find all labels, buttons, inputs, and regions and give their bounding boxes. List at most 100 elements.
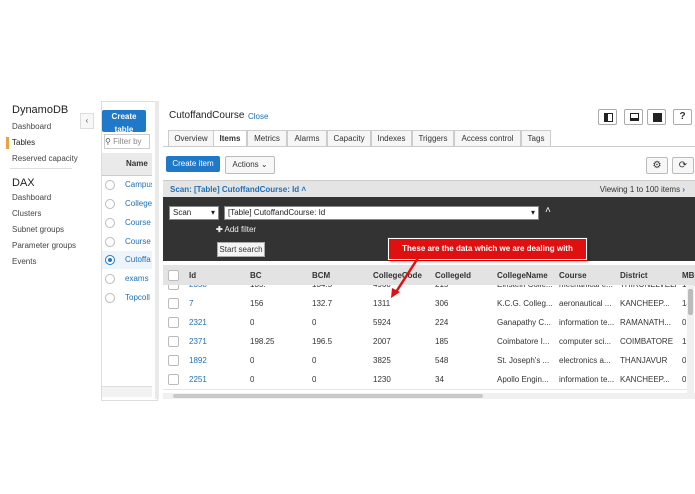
column-header[interactable]: BCM <box>312 271 330 280</box>
radio-button[interactable] <box>105 199 115 209</box>
table-cell: 0 <box>250 375 255 384</box>
table-list-item-selected[interactable]: Cutoffa <box>102 251 152 269</box>
row-checkbox[interactable] <box>168 355 179 366</box>
scan-title-text: Scan: [Table] CutoffandCourse: Id <box>170 185 300 194</box>
table-row[interactable]: 2321 0 0 5924 224 Ganapathy C... information t… <box>163 313 688 333</box>
column-header[interactable]: Course <box>559 271 587 280</box>
table-row[interactable]: 2251 0 0 1230 34 Apollo Engin... information t… <box>163 370 688 390</box>
table-list-item[interactable]: Topcoll <box>102 289 152 307</box>
row-checkbox[interactable] <box>168 374 179 385</box>
radio-button[interactable] <box>105 274 115 284</box>
scrollbar-thumb[interactable] <box>688 289 693 315</box>
table-list-item[interactable]: Campus <box>102 176 152 194</box>
create-table-button[interactable]: Create table <box>102 110 146 132</box>
radio-button[interactable] <box>105 293 115 303</box>
tab-metrics[interactable]: Metrics <box>247 130 287 146</box>
page-title: CutoffandCourse <box>169 110 245 121</box>
tab-overview[interactable]: Overview <box>168 130 214 146</box>
table-cell: 3825 <box>373 356 391 365</box>
tab-access-control[interactable]: Access control <box>454 130 521 146</box>
column-header[interactable]: MBC <box>682 271 695 280</box>
row-checkbox[interactable] <box>168 285 179 290</box>
tab-capacity[interactable]: Capacity <box>327 130 371 146</box>
scrollbar-thumb[interactable] <box>173 394 483 398</box>
help-button[interactable]: ? <box>673 109 692 125</box>
radio-button[interactable] <box>105 218 115 228</box>
item-id-link[interactable]: 2358 <box>189 285 207 289</box>
collapse-filter-icon[interactable]: ˄ <box>545 205 551 216</box>
table-list-item[interactable]: exams <box>102 270 152 288</box>
start-search-button[interactable]: Start search <box>217 242 265 257</box>
item-id-link[interactable]: 1892 <box>189 356 207 365</box>
table-row[interactable]: 1892 0 0 3825 548 St. Joseph's ... electronics… <box>163 351 688 371</box>
nav-item-events[interactable]: Events <box>12 257 36 266</box>
select-all-checkbox[interactable] <box>168 270 179 281</box>
tab-alarms[interactable]: Alarms <box>287 130 327 146</box>
table-cell: 196.5 <box>312 337 333 346</box>
tab-triggers[interactable]: Triggers <box>412 130 454 146</box>
radio-button[interactable] <box>105 180 115 190</box>
close-link[interactable]: Close <box>248 112 268 121</box>
add-filter-button[interactable]: ✚ Add filter <box>216 225 256 234</box>
table-cell: 224 <box>435 318 449 327</box>
column-header[interactable]: District <box>620 271 648 280</box>
layout-split-vertical-button[interactable] <box>598 109 617 125</box>
full-screen-icon <box>653 113 662 122</box>
actions-dropdown[interactable]: Actions ⌄ <box>225 156 275 174</box>
item-id-link[interactable]: 2251 <box>189 375 207 384</box>
table-row[interactable]: 2371 198.25 196.5 2007 185 Coimbatore I... com… <box>163 332 688 352</box>
table-list-horizontal-scrollbar[interactable] <box>102 386 152 397</box>
layout-split-horizontal-button[interactable] <box>624 109 643 125</box>
table-cell: 5924 <box>373 318 391 327</box>
tab-items[interactable]: Items <box>213 130 247 147</box>
table-index-select[interactable]: [Table] CutoffandCourse: Id ▾ <box>224 206 539 220</box>
column-header[interactable]: CollegeId <box>435 271 471 280</box>
scan-type-select[interactable]: Scan ▾ <box>169 206 219 220</box>
panel-splitter[interactable] <box>155 101 159 399</box>
layout-full-button[interactable] <box>647 109 666 125</box>
table-cell: 1230 <box>373 375 391 384</box>
nav-item-dax-dashboard[interactable]: Dashboard <box>12 193 51 202</box>
table-list-item[interactable]: College <box>102 195 152 213</box>
column-header[interactable]: CollegeName <box>497 271 548 280</box>
table-list-item[interactable]: Course <box>102 214 152 232</box>
chevron-right-icon[interactable]: › <box>682 185 685 194</box>
scan-title[interactable]: Scan: [Table] CutoffandCourse: Id ˄ <box>170 185 306 194</box>
table-cell: 0 <box>312 375 317 384</box>
table-filter-input[interactable]: ⚲ Filter by <box>104 134 150 149</box>
refresh-button[interactable]: ⟳ <box>672 157 694 174</box>
radio-button-selected[interactable] <box>105 255 115 265</box>
row-checkbox[interactable] <box>168 336 179 347</box>
radio-button[interactable] <box>105 237 115 247</box>
table-cell: 0 <box>312 356 317 365</box>
table-list-item[interactable]: Course <box>102 233 152 251</box>
nav-item-reserved-capacity[interactable]: Reserved capacity <box>12 154 78 163</box>
row-checkbox[interactable] <box>168 317 179 328</box>
tab-tags[interactable]: Tags <box>521 130 551 146</box>
collapse-nav-button[interactable]: ‹ <box>80 113 94 129</box>
scan-summary-bar[interactable]: Scan: [Table] CutoffandCourse: Id ˄ View… <box>163 180 695 197</box>
table-cell: information te... <box>559 318 615 327</box>
nav-item-dashboard[interactable]: Dashboard <box>12 122 51 131</box>
nav-item-clusters[interactable]: Clusters <box>12 209 41 218</box>
create-item-button[interactable]: Create item <box>166 156 220 172</box>
tab-indexes[interactable]: Indexes <box>371 130 412 146</box>
help-icon: ? <box>679 111 686 122</box>
nav-dax-title: DAX <box>12 177 35 189</box>
column-header[interactable]: Id <box>189 271 196 280</box>
results-vertical-scrollbar[interactable] <box>687 285 694 393</box>
results-horizontal-scrollbar[interactable] <box>163 393 695 399</box>
column-header[interactable]: BC <box>250 271 262 280</box>
nav-item-subnet-groups[interactable]: Subnet groups <box>12 225 64 234</box>
refresh-icon: ⟳ <box>678 160 688 171</box>
item-id-link[interactable]: 7 <box>189 299 193 308</box>
settings-button[interactable]: ⚙ <box>646 157 668 174</box>
table-cell: 0 <box>250 356 255 365</box>
nav-item-tables[interactable]: Tables <box>12 138 35 147</box>
chevron-down-icon: ⌄ <box>260 160 268 169</box>
row-checkbox[interactable] <box>168 298 179 309</box>
nav-item-parameter-groups[interactable]: Parameter groups <box>12 241 76 250</box>
item-id-link[interactable]: 2321 <box>189 318 207 327</box>
plus-icon: ✚ <box>216 225 223 234</box>
item-id-link[interactable]: 2371 <box>189 337 207 346</box>
